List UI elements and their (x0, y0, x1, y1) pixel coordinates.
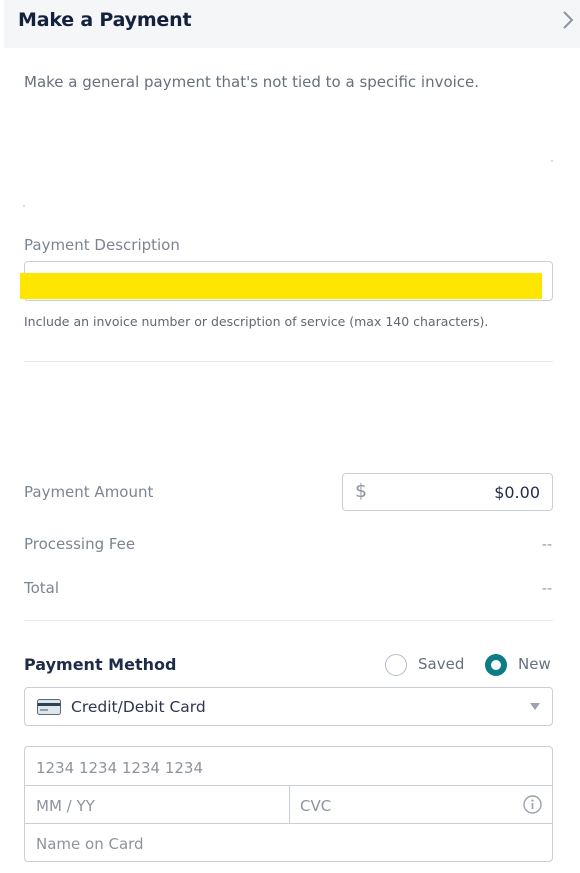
panel-header: Make a Payment (4, 0, 580, 48)
panel-title: Make a Payment (18, 9, 192, 31)
credit-card-icon (37, 699, 61, 715)
decorative-speck (551, 160, 553, 162)
card-details-form: 1234 1234 1234 1234 MM / YY CVC Name on … (24, 746, 553, 862)
new-radio[interactable] (485, 654, 507, 676)
processing-fee-value: -- (541, 537, 552, 553)
total-label: Total (24, 579, 60, 597)
info-icon[interactable] (523, 795, 542, 814)
card-number-field[interactable]: 1234 1234 1234 1234 (36, 759, 203, 777)
payment-amount-label: Payment Amount (24, 483, 154, 501)
payment-method-label: Payment Method (24, 655, 177, 674)
processing-fee-label: Processing Fee (24, 535, 136, 553)
total-value: -- (541, 581, 552, 597)
redaction-highlight (20, 273, 542, 299)
saved-radio-label[interactable]: Saved (418, 655, 464, 673)
saved-radio[interactable] (385, 654, 407, 676)
payment-description-helper: Include an invoice number or description… (24, 314, 489, 329)
expiry-field[interactable]: MM / YY (36, 797, 95, 815)
payment-description-label: Payment Description (24, 236, 180, 254)
payment-type-value: Credit/Debit Card (71, 698, 206, 716)
cvc-field[interactable]: CVC (300, 797, 331, 815)
payment-amount-input[interactable]: $ $0.00 (342, 473, 553, 511)
divider (24, 361, 553, 362)
dollar-icon: $ (355, 480, 368, 502)
payment-type-select[interactable]: Credit/Debit Card (24, 687, 553, 726)
new-radio-label[interactable]: New (518, 655, 551, 673)
chevron-down-icon (530, 703, 540, 710)
intro-text: Make a general payment that's not tied t… (24, 73, 480, 91)
divider (24, 620, 553, 621)
decorative-speck (23, 205, 25, 207)
chevron-right-icon[interactable] (560, 9, 578, 31)
name-on-card-field[interactable]: Name on Card (36, 835, 144, 853)
payment-amount-value: $0.00 (494, 483, 540, 502)
divider (289, 786, 290, 824)
